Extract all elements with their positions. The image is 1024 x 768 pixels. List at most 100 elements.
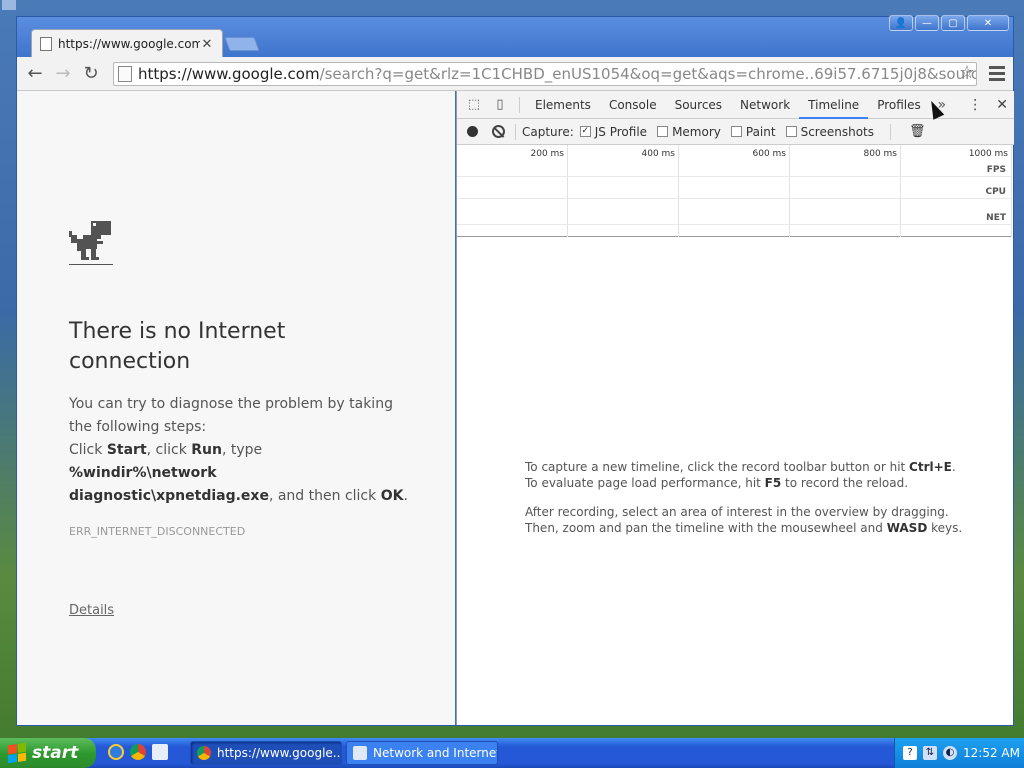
capture-option-memory[interactable]: Memory xyxy=(657,125,721,139)
hint-text: Then, zoom and pan the timeline with the… xyxy=(525,521,887,535)
text-then: , and then click xyxy=(268,488,381,504)
checkbox[interactable] xyxy=(657,126,669,137)
devtools-tab-elements[interactable]: Elements xyxy=(526,91,600,119)
record-icon[interactable] xyxy=(467,126,478,137)
checkbox[interactable] xyxy=(785,126,797,137)
forward-arrow-icon[interactable]: → xyxy=(49,60,77,88)
capture-option-screenshots[interactable]: Screenshots xyxy=(785,125,874,139)
timeline-hint-1: To capture a new timeline, click the rec… xyxy=(525,459,965,491)
chrome-window: https://www.google.com/se ✕ 👤 — ▢ ✕ ← → … xyxy=(16,15,1014,726)
start-button[interactable]: start xyxy=(0,738,96,768)
inspect-element-icon[interactable]: ⬚ xyxy=(461,97,487,112)
checkbox-label: Memory xyxy=(672,124,721,139)
shortcut-f5: F5 xyxy=(764,476,782,490)
error-code: ERR_INTERNET_DISCONNECTED xyxy=(69,525,246,538)
title-bar: https://www.google.com/se ✕ 👤 — ▢ ✕ xyxy=(17,15,1013,58)
clear-icon[interactable] xyxy=(492,125,505,138)
minimize-button[interactable]: — xyxy=(915,15,939,31)
timeline-hint-2: After recording, select an area of inter… xyxy=(525,504,965,536)
internet-explorer-icon[interactable] xyxy=(108,744,124,760)
task-label: Network and Internet... xyxy=(373,746,497,760)
trash-icon[interactable]: 🗑 xyxy=(909,124,926,139)
error-instructions: You can try to diagnose the problem by t… xyxy=(69,393,419,508)
checkbox[interactable] xyxy=(730,126,742,137)
devtools-tab-profiles[interactable]: Profiles xyxy=(868,91,930,119)
devtools-tab-timeline[interactable]: Timeline xyxy=(799,91,869,119)
bookmark-star-icon[interactable]: ☆ xyxy=(959,62,975,83)
help-icon[interactable]: ? xyxy=(903,746,917,760)
url-host: https://www.google.com xyxy=(138,65,320,83)
devtools-close-icon[interactable]: ✕ xyxy=(996,97,1008,113)
time-tick: 1000 ms xyxy=(968,149,1008,159)
system-tray: ? ⇅ ◐ 12:52 AM xyxy=(894,738,1024,768)
new-tab-button[interactable] xyxy=(224,37,260,51)
overview-row-fps: FPS xyxy=(986,165,1006,175)
checkbox-label: Paint xyxy=(745,124,776,139)
volume-icon[interactable]: ◐ xyxy=(943,746,957,760)
clock: 12:52 AM xyxy=(963,746,1020,760)
task-chrome[interactable]: https://www.google.... xyxy=(190,741,342,765)
tab-close-icon[interactable]: ✕ xyxy=(200,37,214,52)
separator xyxy=(515,123,516,140)
shortcut-ctrl-e: Ctrl+E xyxy=(909,460,952,474)
device-mode-icon[interactable]: ▯ xyxy=(487,97,513,112)
hint-text: to record the reload. xyxy=(781,476,909,490)
details-link[interactable]: Details xyxy=(69,603,114,618)
shortcut-wasd: WASD xyxy=(886,521,928,535)
close-button[interactable]: ✕ xyxy=(967,15,1009,31)
checkbox[interactable]: ✓ xyxy=(579,126,591,137)
time-tick: 200 ms xyxy=(530,149,565,159)
back-arrow-icon[interactable]: ← xyxy=(21,60,49,88)
chrome-icon[interactable] xyxy=(130,744,146,760)
error-intro: You can try to diagnose the problem by t… xyxy=(69,396,393,435)
text-ok: OK xyxy=(380,488,404,504)
devtools-menu-icon[interactable]: ⋮ xyxy=(968,97,982,113)
browser-toolbar: ← → ↻ https://www.google.com/search?q=ge… xyxy=(17,57,1013,91)
devtools-panel: ⬚ ▯ Elements Console Sources Network Timelin… xyxy=(456,91,1014,725)
time-tick: 800 ms xyxy=(863,149,898,159)
tab-title: https://www.google.com/se xyxy=(58,37,200,51)
separator xyxy=(890,123,891,140)
capture-option-paint[interactable]: Paint xyxy=(730,124,776,139)
profile-icon[interactable]: 👤 xyxy=(889,15,913,31)
devtools-tab-sources[interactable]: Sources xyxy=(666,91,731,119)
task-network[interactable]: Network and Internet... xyxy=(346,741,498,765)
page-info-icon[interactable] xyxy=(118,66,132,82)
capture-label: Capture: xyxy=(522,124,574,139)
show-desktop-icon[interactable] xyxy=(152,744,168,760)
windows-flag-icon xyxy=(8,742,26,764)
time-tick: 400 ms xyxy=(641,149,676,159)
dinosaur-icon xyxy=(69,221,113,265)
text-run: Run xyxy=(191,442,222,458)
timeline-toolbar: Capture: ✓ JS Profile Memory Paint Screensho… xyxy=(457,119,1014,145)
devtools-tab-network[interactable]: Network xyxy=(731,91,799,119)
browser-tab[interactable]: https://www.google.com/se ✕ xyxy=(31,29,223,58)
diagnostic-command: %windir%\network diagnostic\xpnetdiag.ex… xyxy=(69,465,269,504)
address-bar[interactable]: https://www.google.com/search?q=get&rlz=… xyxy=(113,62,977,86)
page-icon xyxy=(40,37,52,51)
hint-text: After recording, select an area of inter… xyxy=(525,505,949,519)
reload-icon[interactable]: ↻ xyxy=(77,60,105,88)
chrome-icon xyxy=(197,746,211,760)
text-period: . xyxy=(403,488,408,504)
devtools-tab-console[interactable]: Console xyxy=(600,91,666,119)
overview-row-net: NET xyxy=(986,213,1006,223)
hint-text: . xyxy=(951,460,956,474)
hint-text: keys. xyxy=(927,521,963,535)
error-title: There is no Internet connection xyxy=(69,319,286,374)
capture-option-js-profile[interactable]: ✓ JS Profile xyxy=(579,125,647,139)
text-click: Click xyxy=(69,442,107,458)
maximize-button[interactable]: ▢ xyxy=(941,15,965,31)
row-divider xyxy=(457,224,1012,225)
overview-row-cpu: CPU xyxy=(985,187,1006,197)
time-tick: 600 ms xyxy=(752,149,787,159)
row-divider xyxy=(457,198,1012,199)
desktop-icon[interactable] xyxy=(2,0,16,10)
quick-launch xyxy=(108,744,168,760)
network-icon[interactable]: ⇅ xyxy=(923,746,937,760)
chrome-menu-icon[interactable] xyxy=(987,63,1007,83)
hint-text: To capture a new timeline, click the rec… xyxy=(525,460,910,474)
text-start: Start xyxy=(106,442,147,458)
timeline-overview[interactable]: 200 ms 400 ms 600 ms 800 ms 1000 ms FPS CPU NET xyxy=(457,145,1012,237)
start-label: start xyxy=(32,743,79,763)
